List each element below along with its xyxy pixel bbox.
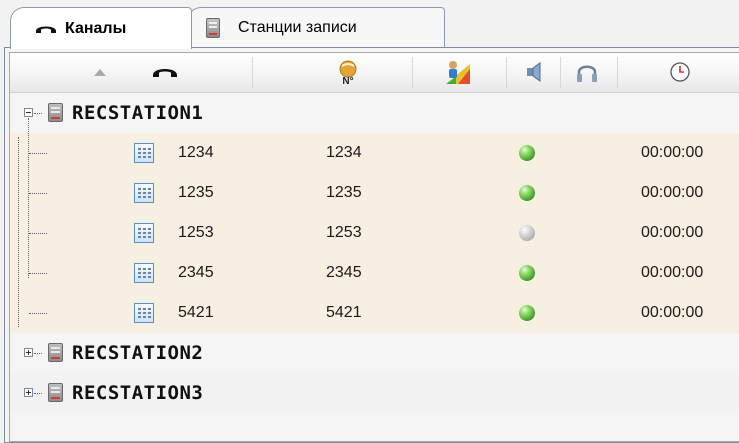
column-channel[interactable] [140, 57, 190, 87]
channels-tree-grid: N° RECSTATION1 1234 1234 00:00:00 1235 1… [9, 52, 739, 442]
tree-row-station[interactable]: RECSTATION3 [10, 373, 739, 413]
tab-recording-stations-label: Станции записи [238, 18, 357, 36]
station-icon [48, 383, 63, 402]
tree-row-channel[interactable]: 5421 5421 00:00:00 [10, 293, 739, 333]
tab-recording-stations[interactable]: Станции записи [187, 7, 445, 47]
tab-channels-label: Каналы [65, 19, 127, 37]
tree-guide [18, 137, 19, 327]
status-led-active [519, 305, 535, 321]
expand-toggle[interactable] [24, 348, 33, 357]
channel-name: 1253 [178, 224, 214, 241]
phone-channel-icon [134, 303, 154, 323]
channel-number: 5421 [326, 304, 362, 321]
channel-number: 1253 [326, 224, 362, 241]
header-divider [412, 57, 413, 88]
channel-duration: 00:00:00 [641, 184, 704, 201]
phone-channel-icon [134, 183, 154, 203]
header-divider [506, 57, 507, 88]
channel-duration: 00:00:00 [641, 144, 704, 161]
channel-name: 2345 [178, 264, 214, 281]
status-led-active [519, 145, 535, 161]
tree-row-station[interactable]: RECSTATION2 [10, 333, 739, 373]
tree-row-station[interactable]: RECSTATION1 [10, 93, 739, 133]
tree-connector [29, 233, 47, 234]
header-divider [617, 57, 618, 88]
tree-connector [29, 313, 47, 314]
expand-toggle[interactable] [24, 388, 33, 397]
status-led-active [519, 265, 535, 281]
svg-text:N°: N° [342, 76, 353, 85]
phone-channel-icon [134, 223, 154, 243]
tree-connector [34, 113, 42, 114]
channel-duration: 00:00:00 [641, 304, 704, 321]
tree-row-channel[interactable]: 1235 1235 00:00:00 [10, 173, 739, 213]
status-led-active [519, 185, 535, 201]
tab-channels[interactable]: Каналы [10, 7, 192, 49]
channel-duration: 00:00:00 [641, 224, 704, 241]
channel-number: 1235 [326, 184, 362, 201]
tree-connector [34, 393, 42, 394]
tree-guide [28, 118, 29, 278]
column-listen[interactable] [567, 57, 607, 87]
station-icon [206, 17, 220, 38]
channel-name: 5421 [178, 304, 214, 321]
status-led-inactive [519, 225, 535, 241]
station-icon [48, 103, 63, 122]
column-user-level[interactable] [438, 57, 478, 87]
tree-connector [29, 153, 47, 154]
sort-ascending-icon [94, 68, 106, 76]
handset-icon [153, 69, 177, 77]
phone-channel-icon [134, 263, 154, 283]
channel-name: 1235 [178, 184, 214, 201]
channel-name: 1234 [178, 144, 214, 161]
user-level-icon [446, 61, 470, 84]
station-name: RECSTATION1 [72, 102, 204, 124]
column-number[interactable]: N° [328, 57, 368, 87]
grid-header: N° [10, 53, 739, 93]
tree-connector [29, 273, 47, 274]
station-name: RECSTATION3 [72, 382, 204, 404]
channel-duration: 00:00:00 [641, 264, 704, 281]
column-duration[interactable] [660, 57, 700, 87]
clock-icon [670, 62, 690, 82]
channel-number: 2345 [326, 264, 362, 281]
tree-row-channel[interactable]: 1253 1253 00:00:00 [10, 213, 739, 253]
tab-strip: Станции записи Каналы [0, 0, 739, 49]
collapse-toggle[interactable] [24, 108, 33, 117]
station-name: RECSTATION2 [72, 342, 204, 364]
station-icon [48, 343, 63, 362]
phone-channel-icon [134, 143, 154, 163]
channels-grid-frame: N° RECSTATION1 1234 1234 00:00:00 1235 1… [4, 47, 739, 443]
column-playback[interactable] [516, 57, 556, 87]
speaker-icon [527, 62, 541, 82]
headphones-icon [577, 65, 597, 82]
tree-connector [34, 353, 42, 354]
channel-number: 1234 [326, 144, 362, 161]
handset-icon [36, 26, 56, 33]
number-icon: N° [339, 60, 357, 85]
header-divider [560, 57, 561, 88]
tree-connector [29, 193, 47, 194]
tree-row-channel[interactable]: 1234 1234 00:00:00 [10, 133, 739, 173]
column-sort[interactable] [80, 57, 120, 87]
header-divider [252, 57, 253, 88]
tree-row-channel[interactable]: 2345 2345 00:00:00 [10, 253, 739, 293]
